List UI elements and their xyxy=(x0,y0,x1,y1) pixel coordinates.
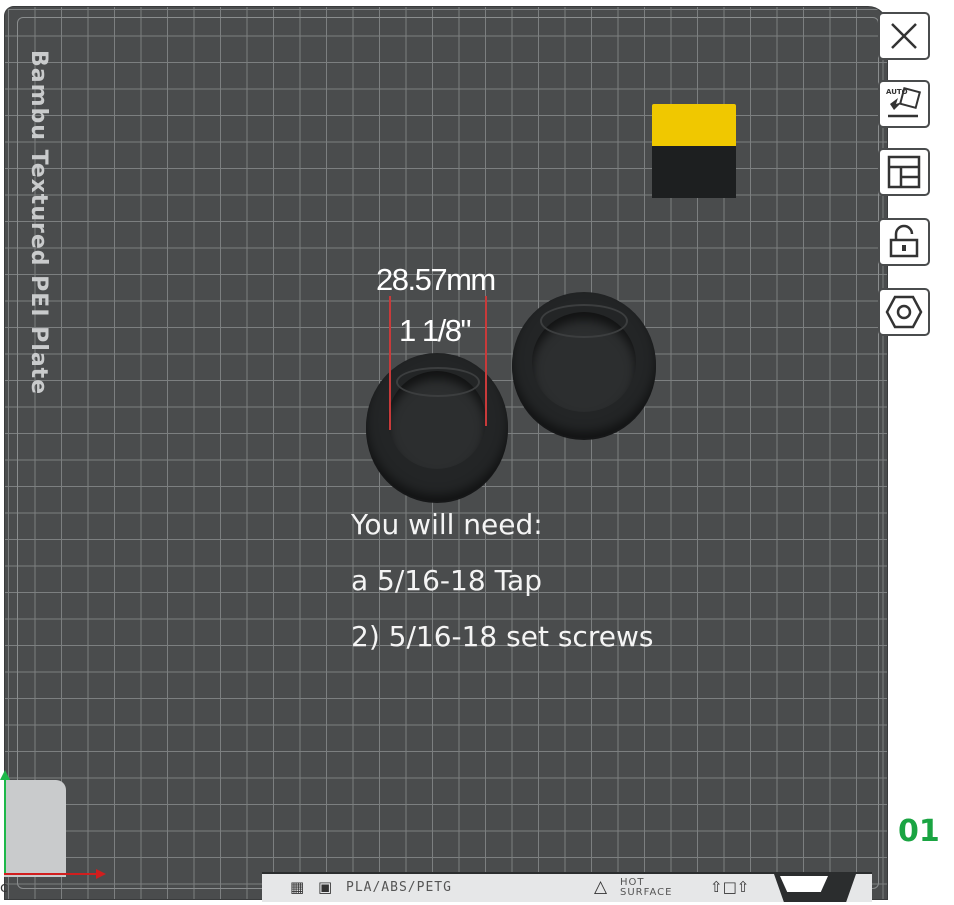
filament-spec-label: PLA/ABS/PETG xyxy=(346,880,452,895)
ring-model-2[interactable] xyxy=(512,292,656,438)
note-line-1: You will need: xyxy=(351,508,543,541)
auto-orient-icon: AUTO xyxy=(886,86,922,118)
close-button[interactable] xyxy=(878,12,930,60)
dimension-metric: 28.57mm xyxy=(376,262,496,297)
plate-info-bar: ▦ ▣ PLA/ABS/PETG △ HOT SURFACE ⇧□⇧ xyxy=(262,872,872,902)
lock-icon xyxy=(889,224,919,258)
auto-orient-button[interactable]: AUTO xyxy=(878,80,930,128)
dimension-line-right xyxy=(485,296,487,426)
y-axis-line xyxy=(4,775,6,875)
ring-model-1-lip xyxy=(396,367,480,397)
ring-model-2-lip xyxy=(540,304,628,338)
settings-button[interactable] xyxy=(878,288,930,336)
note-line-2: a 5/16-18 Tap xyxy=(351,564,542,597)
x-axis-arrow-icon xyxy=(96,869,106,879)
note-line-3: 2) 5/16-18 set screws xyxy=(351,620,654,653)
hot-surface-line-2: SURFACE xyxy=(620,887,673,898)
lock-button[interactable] xyxy=(878,218,930,266)
close-icon xyxy=(891,23,917,49)
plate-corner-tile xyxy=(4,780,66,877)
filament-cube-body[interactable] xyxy=(652,146,736,198)
plate-mark-icon: ▣ xyxy=(318,878,333,896)
plate-name-label: Bambu Textured PEI Plate xyxy=(26,50,51,396)
dimension-imperial: 1 1/8" xyxy=(399,313,471,348)
filament-cube-top[interactable] xyxy=(652,104,736,146)
y-axis-arrow-icon xyxy=(0,770,10,780)
plate-orientation-icon: ⇧□⇧ xyxy=(710,878,750,896)
dimension-line-left xyxy=(389,296,391,430)
plate-index-label: 01 xyxy=(898,814,940,849)
x-axis-line xyxy=(4,873,99,875)
plate-tab-inner xyxy=(780,876,828,892)
origin-icon: c xyxy=(0,880,8,896)
arrange-icon xyxy=(887,155,921,189)
plate-type-icon: ▦ xyxy=(290,878,305,896)
warning-triangle-icon: △ xyxy=(594,877,608,897)
settings-hex-icon xyxy=(885,295,923,329)
arrange-button[interactable] xyxy=(878,148,930,196)
hot-surface-label: HOT SURFACE xyxy=(620,878,672,898)
